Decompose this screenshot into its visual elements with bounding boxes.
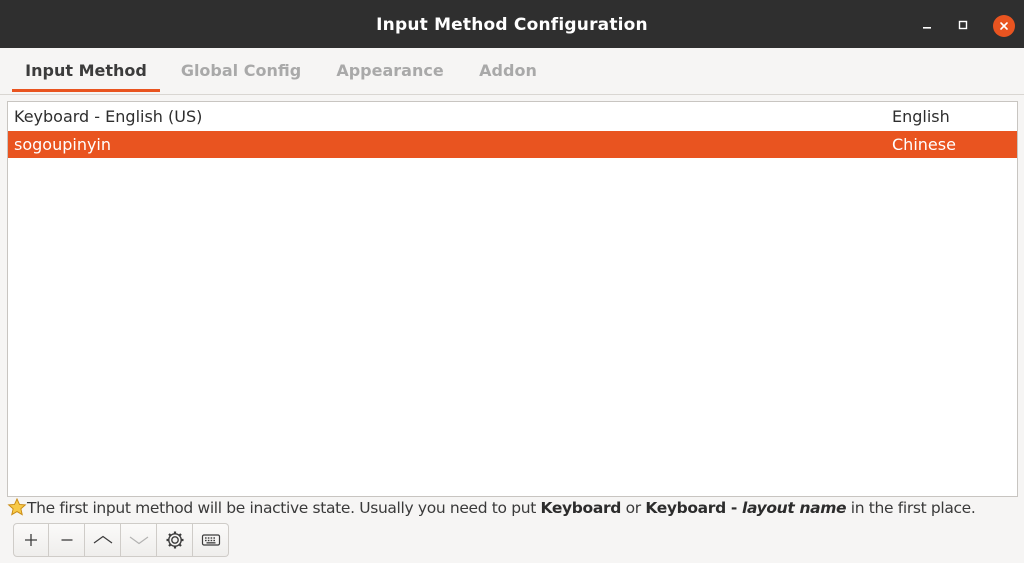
hint-italic-layout-name: layout name bbox=[742, 499, 847, 517]
maximize-button[interactable] bbox=[952, 14, 974, 36]
minimize-button[interactable] bbox=[916, 14, 938, 36]
list-item-selected[interactable]: sogoupinyin Chinese (China) bbox=[8, 131, 1017, 182]
tab-appearance[interactable]: Appearance bbox=[328, 48, 452, 92]
chevron-up-icon bbox=[93, 535, 112, 544]
hint-bold-keyboard: Keyboard bbox=[540, 499, 622, 517]
remove-input-method-button[interactable] bbox=[49, 523, 85, 557]
keyboard-icon bbox=[201, 534, 220, 546]
star-icon bbox=[7, 498, 27, 516]
input-method-language: English bbox=[892, 107, 950, 126]
list-toolbar bbox=[13, 523, 229, 557]
hint-text: The first input method will be inactive … bbox=[7, 497, 976, 519]
keyboard-layout-button[interactable] bbox=[193, 523, 229, 557]
move-down-button[interactable] bbox=[121, 523, 157, 557]
hint-bold-keyboard-dash: Keyboard - bbox=[645, 499, 742, 517]
tab-input-method[interactable]: Input Method bbox=[12, 48, 160, 92]
input-method-list[interactable]: Keyboard - English (US) English sogoupin… bbox=[7, 101, 1018, 497]
tab-bar: Input Method Global Config Appearance Ad… bbox=[0, 48, 1024, 95]
hint-text-part: in the first place. bbox=[846, 499, 976, 517]
hint-text-part: The first input method will be inactive … bbox=[27, 499, 541, 517]
hint-text-part: or bbox=[621, 499, 646, 517]
tab-addon[interactable]: Addon bbox=[468, 48, 548, 92]
input-method-language: Chinese (China) bbox=[892, 135, 956, 182]
configure-button[interactable] bbox=[157, 523, 193, 557]
chevron-down-icon bbox=[129, 536, 148, 545]
maximize-icon bbox=[958, 20, 968, 30]
input-method-name: sogoupinyin bbox=[14, 135, 112, 154]
window: Input Method Configuration Input Method … bbox=[0, 0, 1024, 563]
close-button[interactable] bbox=[993, 15, 1015, 37]
list-item[interactable]: Keyboard - English (US) English bbox=[8, 103, 1017, 130]
window-title: Input Method Configuration bbox=[376, 15, 648, 35]
add-input-method-button[interactable] bbox=[13, 523, 49, 557]
move-up-button[interactable] bbox=[85, 523, 121, 557]
title-bar[interactable]: Input Method Configuration bbox=[0, 0, 1024, 48]
gear-icon bbox=[166, 531, 183, 549]
close-icon bbox=[1000, 22, 1008, 30]
plus-icon bbox=[25, 534, 37, 546]
input-method-name: Keyboard - English (US) bbox=[14, 107, 203, 126]
tab-global-config[interactable]: Global Config bbox=[174, 48, 308, 92]
minus-icon bbox=[61, 539, 72, 541]
minimize-icon bbox=[923, 27, 931, 29]
